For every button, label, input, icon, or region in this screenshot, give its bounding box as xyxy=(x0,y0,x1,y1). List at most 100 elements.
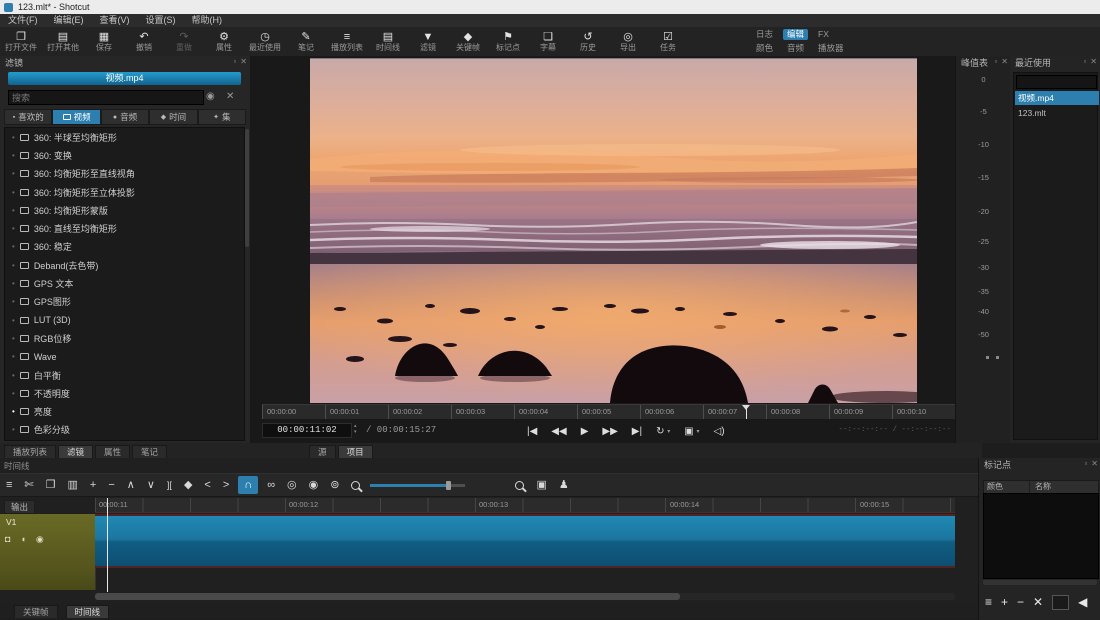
cut-icon[interactable]: ✄ xyxy=(18,476,39,494)
timeline-ruler[interactable]: 00:00:11 00:00:12 00:00:13 00:00:14 00:0… xyxy=(95,498,955,513)
create-marker-icon[interactable]: ◆ xyxy=(178,476,198,494)
tab-filters[interactable]: 滤镜 xyxy=(58,445,93,458)
timeline-menu-icon[interactable]: ≡ xyxy=(0,476,18,494)
timeline-output-button[interactable]: 输出 xyxy=(4,500,35,514)
tab-playlist[interactable]: 播放列表 xyxy=(4,445,56,458)
filters-clear-search-icon[interactable]: ✕ xyxy=(226,91,234,102)
split-icon[interactable]: ][ xyxy=(161,476,178,494)
loop-button[interactable]: ↻ ▾ xyxy=(656,426,670,437)
scrub-while-dragging-icon[interactable]: ∞ xyxy=(261,476,281,494)
clear-markers-icon[interactable]: ✕ xyxy=(1033,595,1043,609)
player-playhead-line[interactable] xyxy=(746,405,747,419)
open-other-button[interactable]: ▤打开其他 xyxy=(42,28,84,56)
filter-tab-favorites[interactable]: ▪喜欢的 xyxy=(4,109,52,125)
tab-properties[interactable]: 属性 xyxy=(95,445,130,458)
filter-list-item[interactable]: •GPS 文本 xyxy=(5,274,244,292)
filters-close-button[interactable]: ✕ xyxy=(240,57,247,66)
timeline-playhead[interactable] xyxy=(107,498,108,592)
tab-keyframes[interactable]: 关键帧 xyxy=(14,605,58,618)
undo-button[interactable]: ↶撤销 xyxy=(124,28,164,56)
position-cursor-icon[interactable]: ♟ xyxy=(553,476,575,494)
markers-button[interactable]: ⚑标记点 xyxy=(488,28,528,56)
ripple-markers-icon[interactable]: ⊚ xyxy=(324,476,345,494)
track-lock-icon[interactable]: ◘ xyxy=(5,534,10,545)
recent-item[interactable]: 123.mlt xyxy=(1015,106,1099,120)
filter-tab-sets[interactable]: ✦集 xyxy=(198,109,246,125)
skip-to-start-button[interactable]: |◀ xyxy=(527,426,537,437)
zoom-in-icon[interactable] xyxy=(515,481,524,490)
markers-close-button[interactable]: ✕ xyxy=(1091,459,1098,468)
filter-list-item[interactable]: •360: 稳定 xyxy=(5,238,244,256)
track-header-v1[interactable]: V1 ◘ ◖ ◉ xyxy=(0,514,96,590)
filter-list-item[interactable]: •GPS图形 xyxy=(5,293,244,311)
recent-button[interactable]: ◷最近使用 xyxy=(244,28,286,56)
next-marker-icon[interactable]: > xyxy=(217,476,235,494)
track-hide-icon[interactable]: ◉ xyxy=(36,534,44,545)
snap-toggle-icon[interactable]: ∩ xyxy=(238,476,258,494)
markers-col-color[interactable]: 颜色 xyxy=(984,481,1030,493)
markers-list[interactable] xyxy=(983,493,1099,579)
subtitles-button[interactable]: ❏字幕 xyxy=(528,28,568,56)
timeline-clip[interactable] xyxy=(95,514,955,568)
menu-file[interactable]: 文件(F) xyxy=(0,14,46,27)
filter-list-item[interactable]: •Wave xyxy=(5,348,244,366)
track-mute-icon[interactable]: ◖ xyxy=(20,534,25,545)
filter-list-item[interactable]: •360: 均衡矩形至立体投影 xyxy=(5,183,244,201)
video-preview[interactable] xyxy=(310,58,917,403)
filter-list-scrollbar[interactable] xyxy=(245,129,249,247)
markers-float-button[interactable]: ▫ xyxy=(1084,459,1087,468)
position-spinner[interactable]: ▴▾ xyxy=(354,423,357,435)
previous-marker-icon[interactable]: < xyxy=(198,476,216,494)
skip-to-end-button[interactable]: ▶| xyxy=(632,426,642,437)
current-position-field[interactable]: 00:00:11:02 xyxy=(262,423,352,438)
tab-notes[interactable]: 笔记 xyxy=(132,445,167,458)
remove-marker-icon[interactable]: − xyxy=(1017,595,1024,609)
properties-button[interactable]: ⚙属性 xyxy=(204,28,244,56)
ripple-icon[interactable]: ◎ xyxy=(281,476,303,494)
volume-button[interactable]: ◁) xyxy=(714,426,725,437)
zoom-fit-icon[interactable]: ▣ xyxy=(530,476,552,494)
filter-list-item[interactable]: •RGB位移 xyxy=(5,329,244,347)
fast-forward-button[interactable]: ▶▶ xyxy=(602,426,617,437)
layout-logging[interactable]: 日志 xyxy=(752,29,777,40)
layout-audio[interactable]: 音频 xyxy=(783,43,808,54)
seek-marker-icon[interactable]: ◀ xyxy=(1078,595,1087,609)
notes-button[interactable]: ✎笔记 xyxy=(286,28,326,56)
filter-list-item[interactable]: •360: 直线至均衡矩形 xyxy=(5,219,244,237)
recent-item-selected[interactable]: 视频.mp4 xyxy=(1015,91,1099,105)
jobs-button[interactable]: ☑任务 xyxy=(648,28,688,56)
filter-list-item[interactable]: •不透明度 xyxy=(5,384,244,402)
scrollbar-thumb[interactable] xyxy=(95,593,680,600)
overwrite-icon[interactable]: ∨ xyxy=(141,476,161,494)
menu-settings[interactable]: 设置(S) xyxy=(138,14,184,27)
history-button[interactable]: ↺历史 xyxy=(568,28,608,56)
filters-search-input[interactable] xyxy=(8,90,204,105)
tab-source[interactable]: 源 xyxy=(309,445,336,458)
filter-list-item[interactable]: •色彩分级 xyxy=(5,421,244,439)
filter-list-item[interactable]: •360: 均衡矩形蒙版 xyxy=(5,201,244,219)
filter-list-item[interactable]: •360: 半球至均衡矩形 xyxy=(5,128,244,146)
filter-list-item[interactable]: •360: 变换 xyxy=(5,146,244,164)
layout-color[interactable]: 颜色 xyxy=(752,43,777,54)
markers-menu-icon[interactable]: ≡ xyxy=(985,595,992,609)
copy-icon[interactable]: ❐ xyxy=(40,476,62,494)
in-out-button[interactable]: ▣ ▾ xyxy=(684,426,699,437)
recent-search-input[interactable] xyxy=(1016,75,1097,89)
timeline-horizontal-scrollbar[interactable] xyxy=(95,593,955,600)
markers-col-name[interactable]: 名称 xyxy=(1030,481,1051,493)
add-marker-icon[interactable]: + xyxy=(1001,595,1008,609)
title-bar[interactable]: 123.mlt* - Shotcut xyxy=(0,0,1100,14)
layout-fx[interactable]: FX xyxy=(814,29,833,40)
layout-player[interactable]: 播放器 xyxy=(814,43,848,54)
filter-tab-time[interactable]: ◆时间 xyxy=(149,109,197,125)
menu-view[interactable]: 查看(V) xyxy=(92,14,138,27)
filters-float-button[interactable]: ▫ xyxy=(233,57,236,66)
tab-project[interactable]: 项目 xyxy=(338,445,373,458)
marker-color-swatch[interactable] xyxy=(1052,595,1069,610)
export-button[interactable]: ◎导出 xyxy=(608,28,648,56)
keyframes-button[interactable]: ◆关键帧 xyxy=(448,28,488,56)
save-button[interactable]: ▦保存 xyxy=(84,28,124,56)
tab-timeline[interactable]: 时间线 xyxy=(66,605,110,618)
menu-edit[interactable]: 编辑(E) xyxy=(46,14,92,27)
play-button[interactable]: ▶ xyxy=(581,426,589,437)
